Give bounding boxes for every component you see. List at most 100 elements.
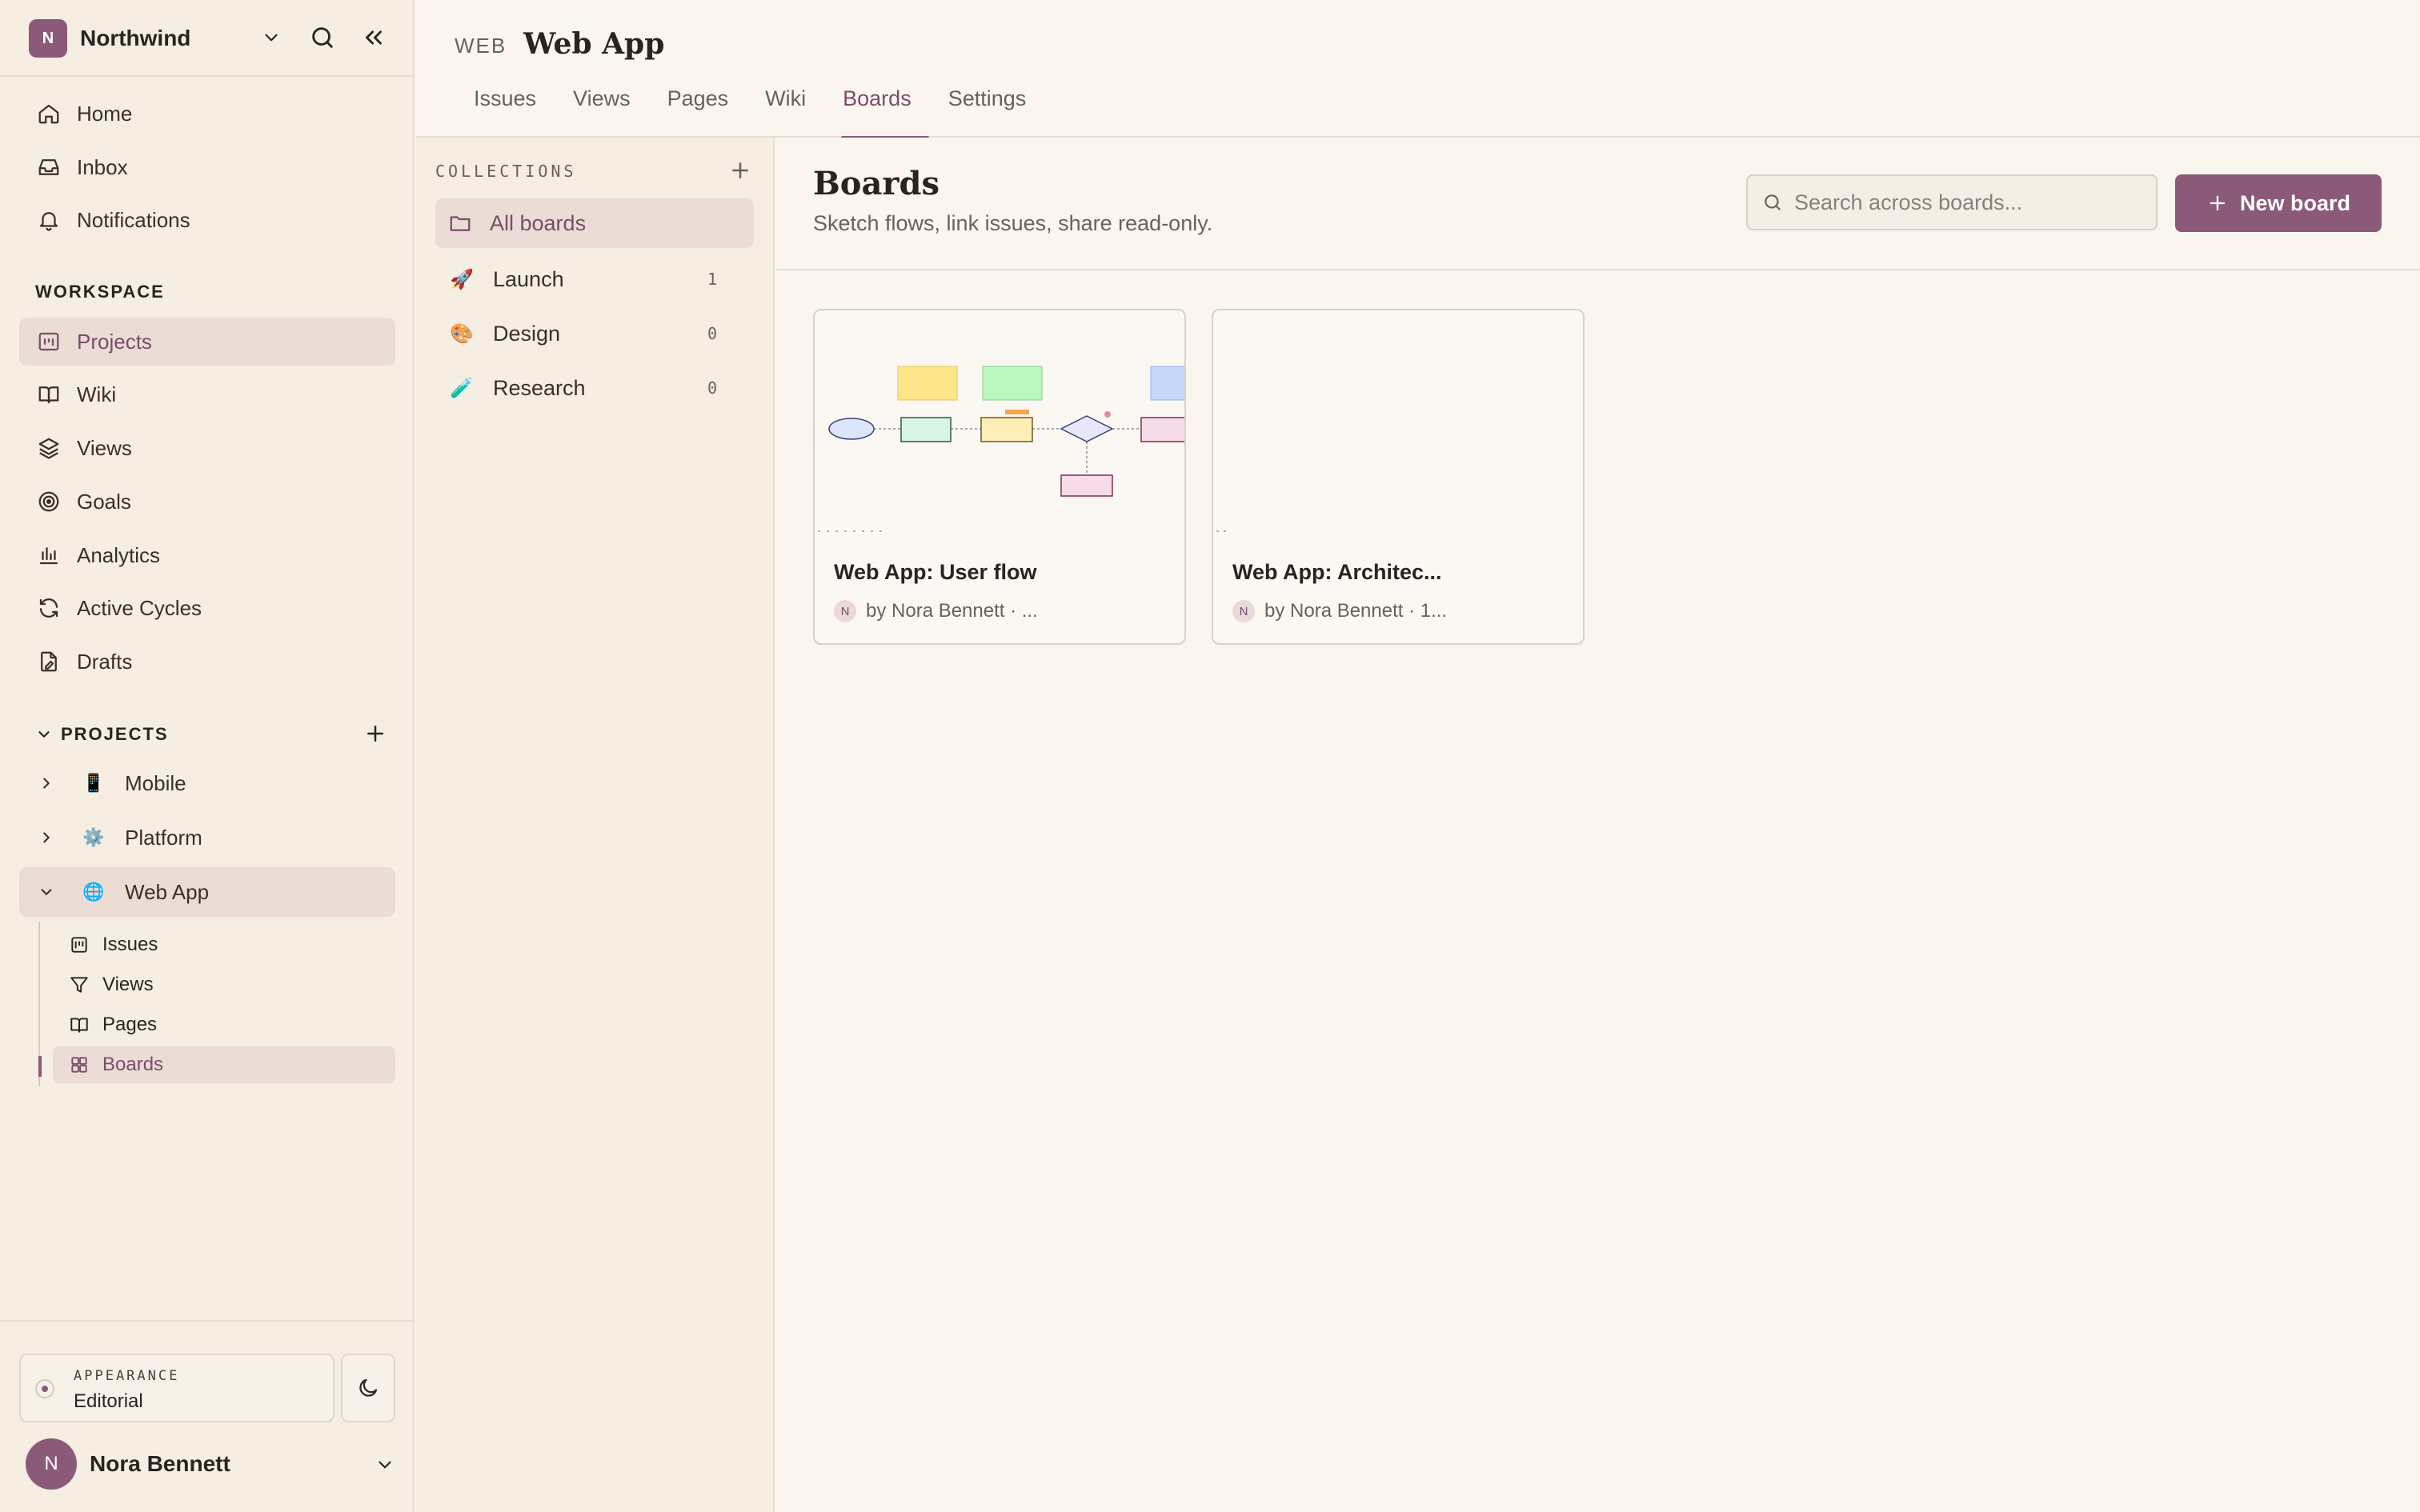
nav-analytics[interactable]: Analytics	[19, 531, 395, 579]
project-emoji: 🌐	[82, 882, 105, 902]
search-icon[interactable]	[309, 24, 336, 51]
tab-wiki[interactable]: Wiki	[765, 86, 806, 138]
nav-label: Inbox	[77, 154, 128, 179]
board-title: Web App: User flow	[834, 560, 1037, 584]
user-menu[interactable]: N Nora Bennett	[26, 1438, 395, 1490]
workspace-switcher[interactable]: N Northwind	[29, 19, 389, 58]
boards-title: Boards	[813, 165, 940, 202]
board-card-architecture[interactable]: Web App: Architec... N by Nora Bennett ·…	[1212, 309, 1585, 645]
collection-name: All boards	[490, 210, 587, 235]
workspace-name: Northwind	[80, 26, 191, 50]
boards-main: Boards Sketch flows, link issues, share …	[776, 138, 2420, 1512]
book-icon	[69, 1014, 90, 1035]
divider	[0, 1320, 415, 1322]
tab-issues[interactable]: Issues	[474, 86, 536, 138]
project-header: WEB Web App Issues Views Pages Wiki Boar…	[416, 0, 2420, 139]
project-web-app[interactable]: 🌐 Web App	[19, 867, 395, 917]
tab-pages[interactable]: Pages	[667, 86, 729, 138]
board-meta-text: by Nora Bennett · ...	[866, 600, 1038, 622]
project-sub-label: Boards	[102, 1054, 164, 1075]
collections-panel: COLLECTIONS All boards 🚀 Launch 1 🎨 Desi…	[416, 138, 775, 1512]
bar-chart-icon	[35, 542, 62, 569]
search-input[interactable]	[1794, 190, 2146, 215]
filter-icon	[69, 974, 90, 995]
collections-heading: COLLECTIONS	[435, 162, 577, 181]
project-tabs: Issues Views Pages Wiki Boards Settings	[474, 86, 1063, 139]
theme-toggle-button[interactable]	[341, 1354, 395, 1422]
nav-label: Drafts	[77, 649, 133, 674]
nav-label: Projects	[77, 329, 152, 354]
nav-home[interactable]: Home	[19, 90, 395, 138]
project-sub-pages[interactable]: Pages	[53, 1006, 395, 1043]
nav-label: Views	[77, 435, 132, 460]
chevron-down-icon[interactable]	[375, 1454, 395, 1475]
collection-name: Research	[493, 375, 586, 400]
grid-icon	[69, 1054, 90, 1075]
project-sub-views[interactable]: Views	[53, 966, 395, 1003]
folder-icon	[448, 211, 472, 235]
board-title: Web App: Architec...	[1232, 560, 1442, 584]
chevron-down-icon[interactable]	[261, 27, 282, 48]
collection-design[interactable]: 🎨 Design 0	[435, 309, 754, 358]
target-icon	[35, 488, 62, 515]
tab-views[interactable]: Views	[573, 86, 631, 138]
project-emoji: 📱	[82, 773, 105, 793]
nav-wiki[interactable]: Wiki	[19, 370, 395, 418]
appearance-selector[interactable]: APPEARANCE Editorial	[19, 1354, 335, 1422]
board-meta: N by Nora Bennett · 1...	[1232, 600, 1447, 622]
collection-research[interactable]: 🧪 Research 0	[435, 363, 754, 413]
collection-all-boards[interactable]: All boards	[435, 198, 754, 248]
chevron-down-icon[interactable]	[35, 726, 53, 743]
project-key: WEB	[455, 34, 507, 58]
user-name: Nora Bennett	[90, 1451, 230, 1476]
page-title: Web App	[523, 27, 665, 61]
sidebar: N Northwind Home Inbox Notifications WOR…	[0, 0, 415, 1512]
workspace-section-label: WORKSPACE	[35, 282, 165, 302]
chevron-down-icon[interactable]	[35, 883, 58, 901]
project-sub-label: Views	[102, 974, 154, 995]
tab-settings[interactable]: Settings	[948, 86, 1027, 138]
collapse-sidebar-icon[interactable]	[360, 24, 387, 51]
project-platform[interactable]: ⚙️ Platform	[19, 813, 395, 862]
chevron-right-icon[interactable]	[35, 774, 58, 792]
inbox-icon	[35, 154, 62, 181]
nav-views[interactable]: Views	[19, 424, 395, 472]
plus-icon[interactable]	[728, 158, 752, 182]
collection-emoji: 🧪	[450, 377, 474, 399]
collection-emoji: 🎨	[450, 322, 474, 345]
board-search[interactable]	[1746, 174, 2158, 230]
appearance-value: Editorial	[74, 1390, 143, 1412]
new-board-button[interactable]: New board	[2175, 174, 2382, 232]
plus-icon	[2206, 192, 2229, 214]
refresh-icon	[35, 594, 62, 622]
tab-boards[interactable]: Boards	[841, 86, 929, 139]
active-indicator	[38, 1056, 42, 1077]
project-sub-boards[interactable]: Boards	[53, 1046, 395, 1083]
nav-projects[interactable]: Projects	[19, 318, 395, 366]
file-pen-icon	[35, 648, 62, 675]
nav-goals[interactable]: Goals	[19, 478, 395, 526]
nav-inbox[interactable]: Inbox	[19, 143, 395, 191]
collection-emoji: 🚀	[450, 268, 474, 290]
nav-drafts[interactable]: Drafts	[19, 638, 395, 686]
project-sub-issues[interactable]: Issues	[53, 926, 395, 963]
project-name: Mobile	[125, 770, 186, 795]
nav-notifications[interactable]: Notifications	[19, 196, 395, 244]
board-card-user-flow[interactable]: Web App: User flow N by Nora Bennett · .…	[813, 309, 1186, 645]
nav-active-cycles[interactable]: Active Cycles	[19, 584, 395, 632]
project-mobile[interactable]: 📱 Mobile	[19, 758, 395, 808]
issues-icon	[69, 934, 90, 955]
project-emoji: ⚙️	[82, 827, 105, 847]
project-name: Web App	[125, 879, 210, 904]
collection-count: 0	[707, 378, 717, 398]
chevron-right-icon[interactable]	[35, 829, 58, 846]
avatar: N	[1232, 600, 1255, 622]
projects-section-header[interactable]: PROJECTS	[35, 720, 387, 749]
plus-icon[interactable]	[363, 722, 387, 746]
avatar: N	[834, 600, 856, 622]
appearance-caption: APPEARANCE	[74, 1368, 180, 1384]
projects-icon	[35, 328, 62, 355]
collection-launch[interactable]: 🚀 Launch 1	[435, 254, 754, 304]
avatar: N	[26, 1438, 77, 1490]
collection-count: 1	[707, 270, 717, 289]
